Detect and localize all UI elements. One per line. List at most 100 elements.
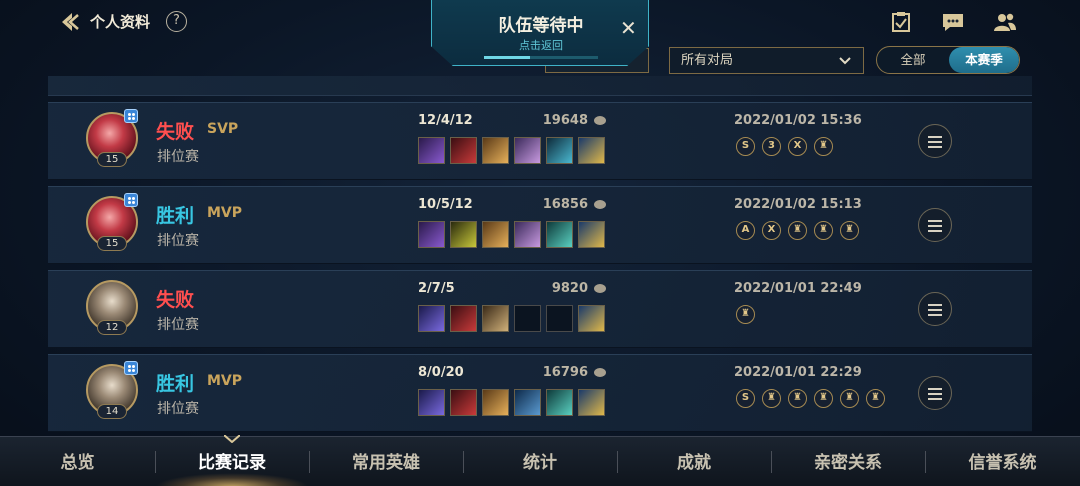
tab-relationships[interactable]: 亲密关系 [771, 437, 925, 486]
match-row[interactable]: 14 胜利 MVP 排位赛 8/0/20 16796 2022/01/01 22… [48, 354, 1032, 432]
match-result: 胜利 [156, 373, 195, 395]
badge-icon: X [788, 137, 807, 156]
item-icon [514, 137, 541, 164]
back-arrow-icon[interactable] [58, 10, 82, 34]
item-list [418, 305, 610, 332]
match-result: 失败 [156, 289, 195, 311]
detail-list-icon[interactable] [918, 376, 952, 410]
team-waiting-panel[interactable]: 队伍等待中 点击返回 ✕ [431, 0, 649, 66]
item-icon [578, 389, 605, 416]
tab-match-history[interactable]: 比赛记录 [155, 437, 309, 486]
gold-coin-icon [594, 284, 606, 293]
match-result: 失败 [156, 121, 195, 143]
match-row[interactable]: 15 胜利 MVP 排位赛 10/5/12 16856 2022/01/02 1… [48, 186, 1032, 264]
badge-icon: ♜ [814, 389, 833, 408]
badge-icon: X [762, 221, 781, 240]
badge-icon: ♜ [788, 221, 807, 240]
badge-list: A X ♜ ♜ ♜ [736, 221, 866, 243]
team-waiting-progress [484, 56, 598, 59]
match-result: 胜利 [156, 205, 195, 227]
tab-achievements[interactable]: 成就 [617, 437, 771, 486]
gold-value: 9820 [551, 281, 588, 296]
item-icon [482, 389, 509, 416]
match-date: 2022/01/02 15:36 [734, 113, 862, 128]
match-date: 2022/01/02 15:13 [734, 197, 862, 212]
friends-icon[interactable] [994, 12, 1016, 32]
match-list[interactable]: 15 失败 SVP 排位赛 12/4/12 19648 2022/01/02 1… [0, 76, 1080, 434]
hero-level: 12 [97, 320, 127, 335]
badge-icon: ♜ [788, 389, 807, 408]
badge-icon: ♜ [814, 221, 833, 240]
item-slot-empty [514, 305, 541, 332]
team-icon [124, 193, 138, 207]
hero-level: 15 [97, 236, 127, 251]
gold-value: 16796 [542, 365, 588, 380]
match-mode: 排位赛 [157, 401, 199, 417]
checklist-icon[interactable] [890, 12, 912, 32]
match-type-select-value: 所有对局 [681, 53, 734, 68]
badge-icon: S [736, 389, 755, 408]
item-list [418, 137, 610, 164]
item-icon [418, 221, 445, 248]
detail-list-icon[interactable] [918, 292, 952, 326]
match-type-select[interactable]: 所有对局 [669, 47, 864, 74]
badge-icon: ♜ [840, 389, 859, 408]
item-icon [450, 389, 477, 416]
gold-coin-icon [594, 200, 606, 209]
toggle-all[interactable]: 全部 [877, 47, 949, 73]
team-icon [124, 361, 138, 375]
badge-icon: ♜ [866, 389, 885, 408]
badge-icon: 3 [762, 137, 781, 156]
mvp-tag: MVP [207, 205, 243, 221]
tab-credit-system[interactable]: 信誉系统 [925, 437, 1080, 486]
badge-icon: S [736, 137, 755, 156]
chat-icon[interactable] [942, 12, 964, 32]
team-icon [124, 109, 138, 123]
team-waiting-return-link[interactable]: 点击返回 [432, 37, 649, 53]
badge-list: S 3 X ♜ [736, 137, 840, 159]
badge-icon: ♜ [762, 389, 781, 408]
match-row[interactable]: 12 失败 排位赛 2/7/5 9820 2022/01/01 22:49 ♜ [48, 270, 1032, 348]
detail-list-icon[interactable] [918, 208, 952, 242]
bottom-tab-bar: 总览 比赛记录 常用英雄 统计 成就 亲密关系 信誉系统 [0, 435, 1080, 486]
item-list [418, 221, 610, 248]
kda: 10/5/12 [418, 197, 473, 212]
toggle-this-season[interactable]: 本赛季 [949, 47, 1019, 73]
svp-tag: SVP [207, 121, 239, 137]
mvp-tag: MVP [207, 373, 243, 389]
item-icon [514, 221, 541, 248]
gold-value: 16856 [542, 197, 588, 212]
close-icon[interactable]: ✕ [620, 16, 637, 40]
match-row-partial [48, 76, 1032, 96]
item-icon [450, 305, 477, 332]
badge-icon: A [736, 221, 755, 240]
tab-statistics[interactable]: 统计 [463, 437, 617, 486]
item-icon [514, 389, 541, 416]
badge-list: S ♜ ♜ ♜ ♜ ♜ [736, 389, 892, 411]
kda: 8/0/20 [418, 365, 464, 380]
item-slot-empty [546, 305, 573, 332]
item-icon [578, 137, 605, 164]
gold-coin-icon [594, 368, 606, 377]
help-icon[interactable]: ? [166, 11, 187, 32]
item-icon [578, 221, 605, 248]
match-date: 2022/01/01 22:29 [734, 365, 862, 380]
detail-list-icon[interactable] [918, 124, 952, 158]
match-row[interactable]: 15 失败 SVP 排位赛 12/4/12 19648 2022/01/02 1… [48, 102, 1032, 180]
season-toggle[interactable]: 全部 本赛季 [876, 46, 1020, 74]
tab-overview[interactable]: 总览 [0, 437, 155, 486]
item-icon [418, 389, 445, 416]
item-icon [578, 305, 605, 332]
item-icon [450, 221, 477, 248]
tab-common-heroes[interactable]: 常用英雄 [309, 437, 463, 486]
item-icon [450, 137, 477, 164]
hero-level: 15 [97, 152, 127, 167]
badge-icon: ♜ [736, 305, 755, 324]
badge-icon: ♜ [840, 221, 859, 240]
chevron-down-icon [839, 57, 851, 65]
match-date: 2022/01/01 22:49 [734, 281, 862, 296]
gold-value: 19648 [542, 113, 588, 128]
match-mode: 排位赛 [157, 149, 199, 165]
item-icon [546, 389, 573, 416]
item-list [418, 389, 610, 416]
